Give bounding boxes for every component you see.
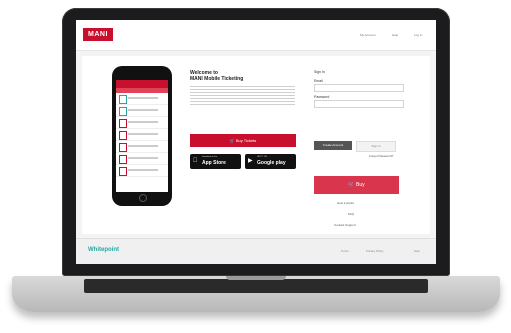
buy-tickets-button[interactable]: 🛒 Buy Tickets (190, 134, 296, 147)
signin-button[interactable]: Sign In (356, 141, 396, 152)
laptop-screen: MANI My Account Help Log In Welcome to M… (76, 20, 436, 264)
buy-tickets-label: Buy Tickets (235, 138, 257, 143)
create-account-button[interactable]: Create Account (314, 141, 352, 150)
apple-icon:  (193, 158, 198, 164)
site-footer: Whitepoint Terms Privacy Policy Help (76, 238, 436, 264)
signin-heading: Sign In (314, 70, 325, 74)
phone-screen (116, 80, 168, 192)
app-store-badge[interactable]:  Download on the App Store (190, 154, 241, 169)
laptop-keyboard (84, 279, 428, 293)
email-label: Email (314, 79, 323, 83)
play-icon: ▶ (248, 158, 253, 164)
forgot-password-link[interactable]: Forgot Password? (369, 154, 393, 158)
laptop-hinge-notch (226, 276, 286, 280)
welcome-body-text (190, 85, 295, 107)
phone-list-item (116, 93, 168, 105)
phone-list-item (116, 129, 168, 141)
phone-list-item (116, 165, 168, 177)
nav-link-login[interactable]: Log In (410, 31, 426, 39)
phone-list-item (116, 105, 168, 117)
how-it-works-link[interactable]: How it works (337, 201, 354, 205)
footer-link-help[interactable]: Help (414, 249, 420, 253)
nav-label: Log In (414, 33, 423, 37)
site-header: MANI My Account Help Log In (76, 20, 436, 51)
phone-app-bar (116, 80, 168, 88)
google-play-big-text: Google play (257, 160, 286, 166)
nav-label: My Account (360, 33, 376, 37)
nav-label: Help (392, 33, 399, 37)
phone-list-item (116, 153, 168, 165)
footer-link-privacy[interactable]: Privacy Policy (366, 249, 383, 253)
app-store-big-text: App Store (202, 160, 226, 166)
phone-list-item (116, 141, 168, 153)
footer-logo: Whitepoint (88, 247, 119, 253)
phone-image (112, 66, 172, 206)
email-field[interactable] (314, 84, 404, 92)
buy-label: Buy (356, 182, 365, 188)
buy-button[interactable]: 🛒 Buy (314, 176, 399, 194)
cart-icon: 🛒 (348, 182, 355, 188)
footer-link-terms[interactable]: Terms (341, 249, 349, 253)
main-card: Welcome to MANI Mobile Ticketing 🛒 Buy T… (82, 56, 430, 234)
cart-icon: 🛒 (229, 138, 235, 143)
nav-link-account[interactable]: My Account (356, 31, 380, 39)
welcome-title-line2: MANI Mobile Ticketing (190, 76, 244, 82)
password-label: Password (314, 95, 330, 99)
signin-form: Sign In Email Password (314, 70, 404, 111)
app-store-small-text: Download on the (202, 156, 218, 158)
faq-link[interactable]: FAQ (348, 212, 354, 216)
phone-list-item (116, 117, 168, 129)
google-play-badge[interactable]: ▶ GET IT ON Google play (245, 154, 296, 169)
phone-home-button (139, 194, 147, 202)
password-field[interactable] (314, 100, 404, 108)
google-play-small-text: GET IT ON (257, 156, 267, 158)
welcome-section: Welcome to MANI Mobile Ticketing (190, 70, 295, 107)
contact-support-link[interactable]: Contact Support (334, 223, 356, 227)
brand-logo[interactable]: MANI (83, 28, 113, 41)
nav-link-help[interactable]: Help (388, 31, 402, 39)
